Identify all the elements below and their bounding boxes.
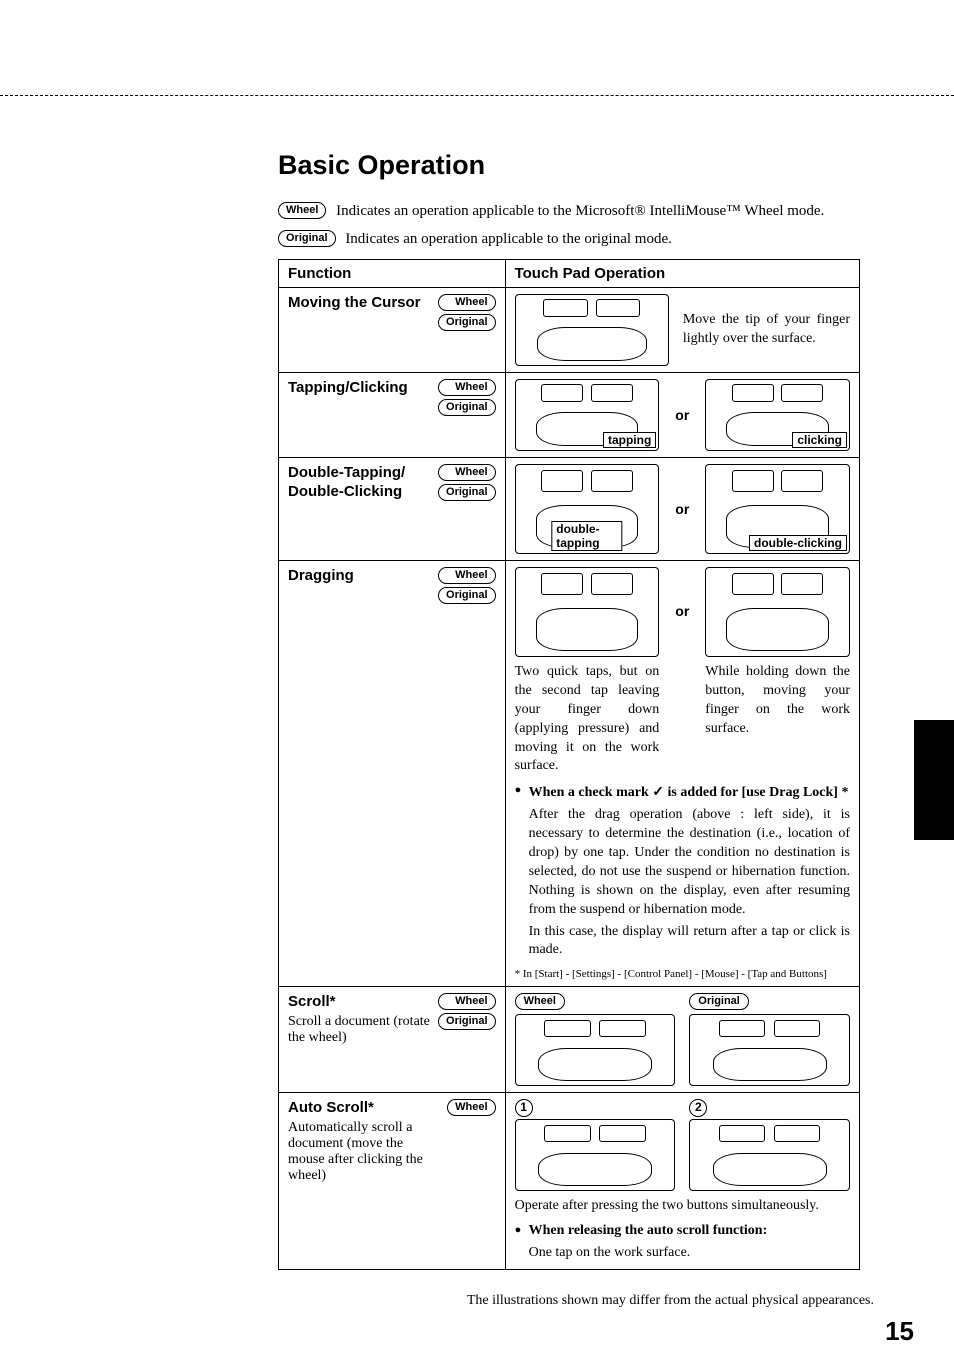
fn-tapping: Tapping/Clicking Wheel Original: [288, 379, 496, 413]
drag-right-text: While holding down the button, moving yo…: [705, 663, 850, 739]
fn-title-b: Double-Clicking: [288, 483, 438, 500]
header-operation: Touch Pad Operation: [505, 260, 859, 288]
wheel-pill-icon: Wheel: [438, 464, 496, 481]
caption-clicking: clicking: [792, 432, 847, 448]
row-scroll: Scroll* Scroll a document (rotate the wh…: [279, 987, 860, 1093]
touchpad-illustration: double-clicking: [705, 464, 850, 554]
row-tapping: Tapping/Clicking Wheel Original tapping: [279, 373, 860, 458]
original-pill-icon: Original: [689, 993, 749, 1010]
page-number: 15: [885, 1316, 914, 1347]
original-pill-icon: Original: [438, 484, 496, 501]
fn-double: Double-Tapping/ Double-Clicking Wheel Or…: [288, 464, 496, 500]
touchpad-illustration: double-tapping: [515, 464, 660, 554]
row-double: Double-Tapping/ Double-Clicking Wheel Or…: [279, 458, 860, 561]
fn-moving: Moving the Cursor Wheel Original: [288, 294, 496, 328]
caption-tapping: tapping: [603, 432, 656, 448]
fn-auto-scroll: Auto Scroll* Automatically scroll a docu…: [288, 1099, 496, 1184]
original-pill-icon: Original: [438, 399, 496, 416]
wheel-pill-icon: Wheel: [438, 294, 496, 311]
or-label: or: [673, 501, 691, 517]
auto-bullet: When releasing the auto scroll function:: [515, 1222, 850, 1241]
page: Basic Operation Wheel Indicates an opera…: [0, 0, 954, 1369]
op-tap: tapping or clicking: [515, 379, 850, 451]
header-function: Function: [279, 260, 506, 288]
fn-title: Tapping/Clicking: [288, 379, 438, 396]
top-rule: [0, 95, 954, 96]
or-label: or: [673, 603, 691, 619]
operations-table: Function Touch Pad Operation Moving the …: [278, 259, 860, 1270]
mode-pills: Wheel Original: [438, 294, 496, 334]
op-drag-figs: Two quick taps, but on the second tap le…: [515, 567, 850, 776]
mode-pills: Wheel Original: [438, 993, 496, 1033]
wheel-pill-icon: Wheel: [438, 993, 496, 1010]
row-auto-scroll: Auto Scroll* Automatically scroll a docu…: [279, 1093, 860, 1270]
checkmark-icon: ✓: [652, 783, 664, 799]
mode-pills: Wheel Original: [438, 567, 496, 607]
wheel-pill-icon: Wheel: [515, 993, 565, 1010]
mode-pills: Wheel Original: [438, 379, 496, 419]
op-double: double-tapping or double-clicking: [515, 464, 850, 554]
table-header-row: Function Touch Pad Operation: [279, 260, 860, 288]
row-moving-cursor: Moving the Cursor Wheel Original: [279, 288, 860, 373]
touchpad-illustration: [515, 1014, 676, 1086]
touchpad-illustration: [515, 567, 660, 657]
touchpad-illustration: [515, 294, 669, 366]
op-auto: 1 2: [515, 1099, 850, 1191]
drag-left-text: Two quick taps, but on the second tap le…: [515, 663, 660, 776]
fn-title: Moving the Cursor: [288, 294, 438, 311]
content: Basic Operation Wheel Indicates an opera…: [278, 150, 860, 1270]
fn-scroll: Scroll* Scroll a document (rotate the wh…: [288, 993, 496, 1046]
drag-indent-2: In this case, the display will return af…: [515, 923, 850, 961]
auto-bullet-text: When releasing the auto scroll function:: [529, 1223, 768, 1238]
step-number-2: 2: [689, 1099, 707, 1117]
side-tab: [914, 720, 954, 840]
fn-title-a: Double-Tapping/: [288, 464, 438, 481]
drag-bullet-b: is added for [use Drag Lock] *: [664, 785, 848, 800]
wheel-pill-icon: Wheel: [447, 1099, 495, 1116]
move-desc: Move the tip of your finger lightly over…: [683, 311, 850, 349]
wheel-pill-icon: Wheel: [438, 379, 496, 396]
drag-lock-bullet: When a check mark ✓ is added for [use Dr…: [515, 782, 850, 803]
step-number-1: 1: [515, 1099, 533, 1117]
touchpad-illustration: [515, 1119, 676, 1191]
footer-note: The illustrations shown may differ from …: [314, 1293, 874, 1309]
drag-bullet-a: When a check mark: [529, 785, 653, 800]
auto-line1: Operate after pressing the two buttons s…: [515, 1197, 850, 1216]
mode-pills: Wheel Original: [438, 464, 496, 504]
intro-original: Original Indicates an operation applicab…: [278, 227, 860, 251]
caption-double-tapping: double-tapping: [551, 521, 622, 551]
fn-dragging: Dragging Wheel Original: [288, 567, 496, 601]
auto-indent: One tap on the work surface.: [515, 1244, 850, 1263]
row-dragging: Dragging Wheel Original Two quic: [279, 561, 860, 987]
page-title: Basic Operation: [278, 150, 860, 181]
touchpad-illustration: [689, 1119, 850, 1191]
touchpad-illustration: [705, 567, 850, 657]
wheel-pill-icon: Wheel: [278, 202, 326, 219]
touchpad-illustration: tapping: [515, 379, 660, 451]
touchpad-illustration: clicking: [705, 379, 850, 451]
wheel-pill-icon: Wheel: [438, 567, 496, 584]
intro-wheel: Wheel Indicates an operation applicable …: [278, 199, 860, 223]
original-pill-icon: Original: [278, 230, 336, 247]
original-pill-icon: Original: [438, 587, 496, 604]
op-scroll: Wheel Original: [515, 993, 850, 1086]
intro-original-text: Indicates an operation applicable to the…: [345, 231, 672, 247]
drag-indent-1: After the drag operation (above : left s…: [515, 806, 850, 919]
intro-wheel-text: Indicates an operation applicable to the…: [336, 203, 824, 219]
drag-footnote: * In [Start] - [Settings] - [Control Pan…: [515, 968, 850, 980]
touchpad-illustration: [689, 1014, 850, 1086]
fn-title: Dragging: [288, 567, 438, 584]
fn-sub: Scroll a document (rotate the wheel): [288, 1014, 438, 1046]
op-move: Move the tip of your finger lightly over…: [515, 294, 850, 366]
or-label: or: [673, 407, 691, 423]
fn-sub: Automatically scroll a document (move th…: [288, 1120, 438, 1184]
fn-title: Auto Scroll*: [288, 1099, 438, 1116]
original-pill-icon: Original: [438, 314, 496, 331]
caption-double-clicking: double-clicking: [749, 535, 847, 551]
mode-pills: Wheel: [447, 1099, 495, 1119]
original-pill-icon: Original: [438, 1013, 496, 1030]
fn-title: Scroll*: [288, 993, 438, 1010]
